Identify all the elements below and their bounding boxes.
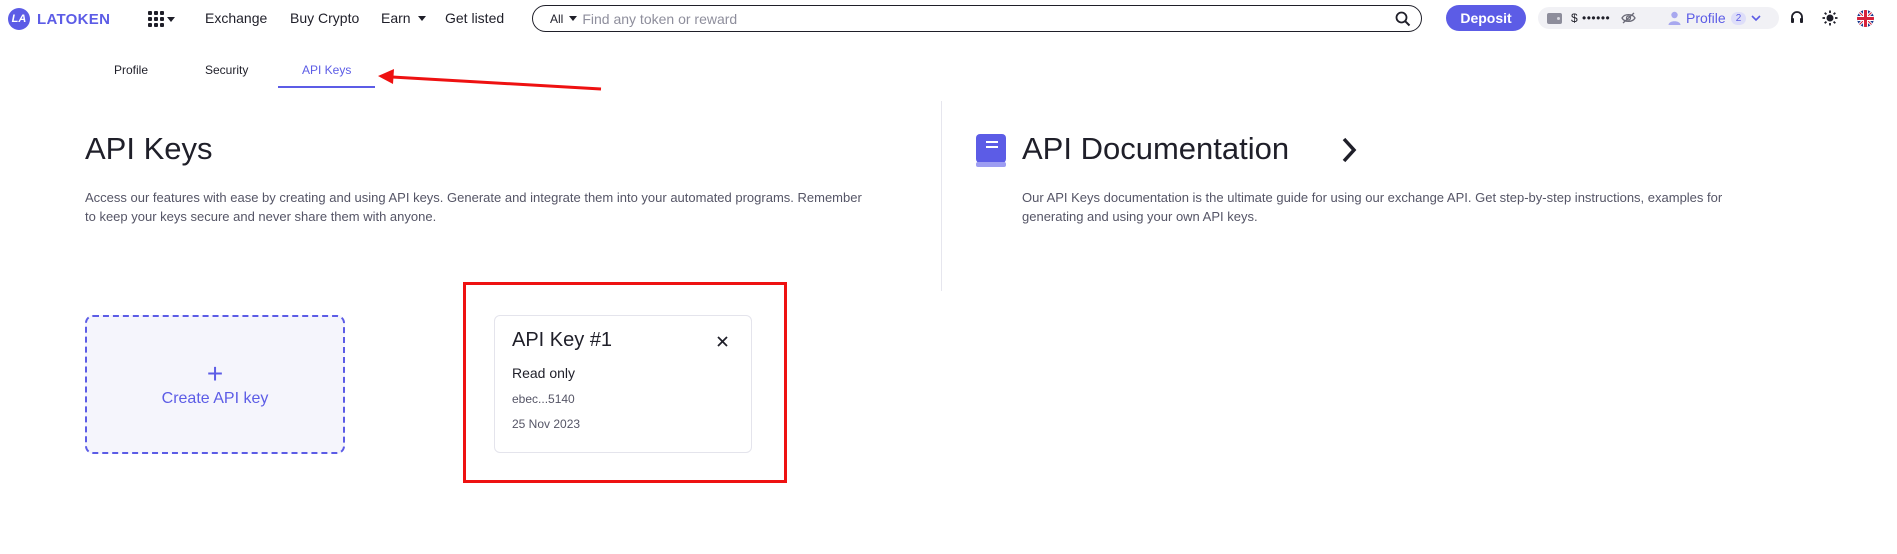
nav-earn-label: Earn xyxy=(381,10,411,26)
api-keys-description-line2: to keep your keys secure and never share… xyxy=(85,209,437,224)
tab-api-keys[interactable]: API Keys xyxy=(302,63,351,77)
chevron-down-icon xyxy=(569,16,578,21)
profile-menu-button[interactable]: Profile 2 xyxy=(1659,7,1779,29)
apps-menu-button[interactable] xyxy=(148,11,175,27)
api-docs-description-line1: Our API Keys documentation is the ultima… xyxy=(1022,190,1723,205)
deposit-button[interactable]: Deposit xyxy=(1446,5,1526,31)
nav-buy-crypto[interactable]: Buy Crypto xyxy=(290,10,359,26)
api-keys-description-line1: Access our features with ease by creatin… xyxy=(85,190,862,205)
tab-profile[interactable]: Profile xyxy=(114,63,148,77)
tab-security[interactable]: Security xyxy=(205,63,248,77)
top-navbar: LA LATOKEN Exchange Buy Crypto Earn Get … xyxy=(0,0,1897,37)
api-key-created-date: 25 Nov 2023 xyxy=(512,417,581,431)
search-bar: All xyxy=(532,5,1422,32)
wallet-balance: $ •••••• xyxy=(1571,11,1611,25)
api-docs-title[interactable]: API Documentation xyxy=(1022,131,1289,167)
search-filter-dropdown[interactable]: All xyxy=(550,11,578,26)
uk-flag-icon[interactable] xyxy=(1857,10,1874,27)
chevron-down-icon xyxy=(417,15,426,21)
api-key-masked-value: ebec...5140 xyxy=(512,392,575,406)
brand-logo[interactable]: LA LATOKEN xyxy=(8,8,110,30)
api-key-name: API Key #1 xyxy=(512,329,613,351)
search-icon[interactable] xyxy=(1395,11,1411,27)
search-filter-value: All xyxy=(550,11,564,26)
plus-icon: + xyxy=(206,357,224,389)
sun-icon[interactable] xyxy=(1822,10,1838,26)
api-keys-title: API Keys xyxy=(85,131,213,166)
eye-off-icon[interactable] xyxy=(1621,12,1636,24)
wallet-icon xyxy=(1547,12,1562,24)
search-input[interactable] xyxy=(582,10,1363,27)
section-divider xyxy=(941,101,942,291)
annotation-arrow xyxy=(378,69,602,91)
latoken-logo-icon: LA xyxy=(8,8,30,30)
nav-get-listed[interactable]: Get listed xyxy=(445,10,504,26)
api-key-card[interactable]: API Key #1 Read only ebec...5140 25 Nov … xyxy=(494,315,752,453)
create-api-key-button[interactable]: + Create API key xyxy=(85,315,345,454)
profile-notification-badge: 2 xyxy=(1730,11,1747,25)
book-icon[interactable] xyxy=(976,134,1006,167)
nav-exchange[interactable]: Exchange xyxy=(205,10,267,26)
apps-grid-icon xyxy=(148,11,164,27)
api-docs-description: Our API Keys documentation is the ultima… xyxy=(1022,188,1842,226)
headset-icon[interactable] xyxy=(1789,10,1805,26)
brand-name: LATOKEN xyxy=(37,10,111,28)
chevron-right-icon[interactable] xyxy=(1341,136,1358,164)
close-icon[interactable] xyxy=(717,336,728,347)
chevron-down-icon xyxy=(1751,14,1761,21)
api-docs-description-line2: generating and using your own API keys. xyxy=(1022,209,1258,224)
api-keys-description: Access our features with ease by creatin… xyxy=(85,188,925,226)
user-icon xyxy=(1668,11,1681,25)
active-tab-indicator xyxy=(278,86,375,88)
nav-earn[interactable]: Earn xyxy=(381,10,426,26)
account-tabs: Profile Security API Keys xyxy=(0,57,400,89)
profile-label: Profile xyxy=(1686,10,1726,26)
api-key-permission: Read only xyxy=(512,365,576,381)
chevron-down-icon xyxy=(167,16,175,22)
create-api-key-label: Create API key xyxy=(161,389,269,407)
wallet-balance-pill[interactable]: $ •••••• xyxy=(1538,7,1678,29)
